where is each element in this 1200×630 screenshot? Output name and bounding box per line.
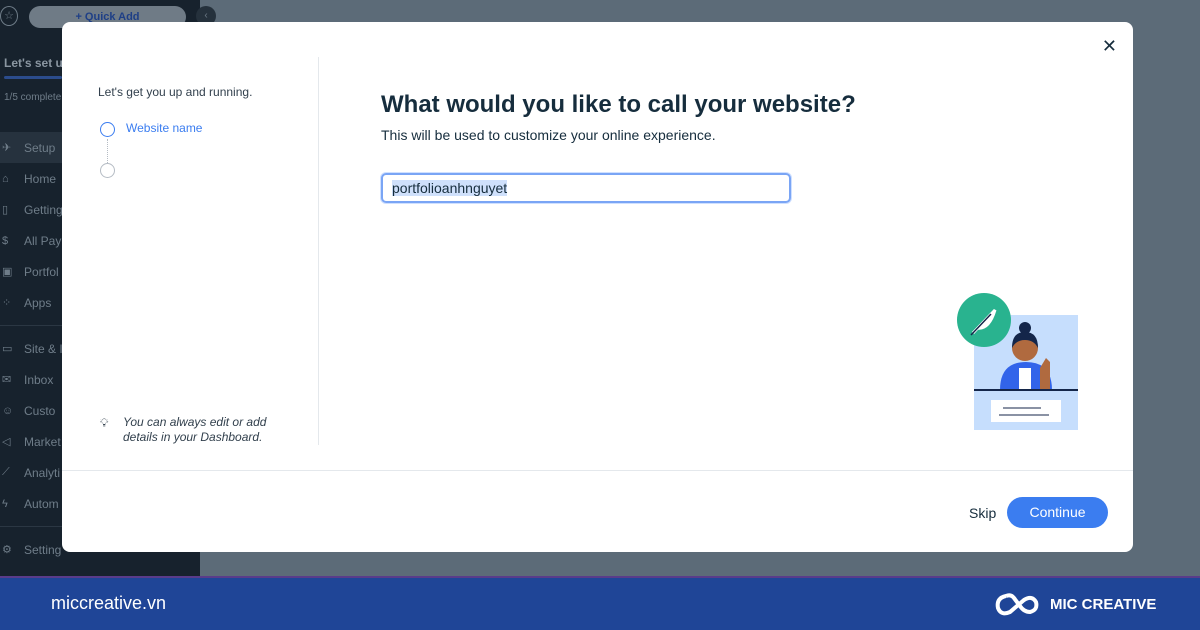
infinity-logo-icon xyxy=(995,593,1039,616)
setup-modal: ✕ Let's get you up and running. Website … xyxy=(62,22,1133,552)
step-circle-icon xyxy=(100,122,115,137)
steps-panel: Let's get you up and running. Website na… xyxy=(62,57,319,445)
brand-logo: MIC CREATIVE xyxy=(994,590,1156,618)
inbox-icon: ✉ xyxy=(2,374,12,386)
customers-icon: ☺ xyxy=(2,404,14,417)
sidebar-item-label: Getting xyxy=(24,202,63,217)
rocket-icon: ✈ xyxy=(2,142,12,154)
website-name-input[interactable]: portfolioanhnguyet xyxy=(381,173,791,203)
sidebar-item-label: Market xyxy=(24,434,61,449)
portfolio-icon: ▣ xyxy=(2,266,13,278)
megaphone-icon: ◁ xyxy=(2,436,11,448)
continue-button[interactable]: Continue xyxy=(1007,497,1108,528)
document-icon: ▯ xyxy=(2,204,9,216)
favorites-star-icon[interactable]: ☆ xyxy=(0,6,18,26)
sidebar-item-label: Setup xyxy=(24,140,56,155)
illustration xyxy=(957,293,1078,430)
tip-text: You can always edit or add details in yo… xyxy=(123,415,267,444)
dollar-icon: $ xyxy=(2,234,9,247)
sidebar-item-label: All Pay xyxy=(24,233,62,248)
setup-title: Let's set u xyxy=(4,56,63,70)
lightbulb-icon: 💡︎ xyxy=(100,416,109,430)
sidebar-item-label: Home xyxy=(24,171,57,186)
sidebar-item-label: Custo xyxy=(24,403,56,418)
sidebar-item-label: Setting xyxy=(24,542,62,557)
skip-button[interactable]: Skip xyxy=(969,505,996,521)
sidebar-item-label: Site & I xyxy=(24,341,63,356)
sidebar-item-label: Portfol xyxy=(24,264,59,279)
page-title: What would you like to call your website… xyxy=(381,91,856,118)
sidebar-item-label: Inbox xyxy=(24,372,54,387)
step-circle-icon xyxy=(100,163,115,178)
subtitle: This will be used to customize your onli… xyxy=(381,127,716,143)
input-value: portfolioanhnguyet xyxy=(392,180,508,196)
sidebar-item-label: Autom xyxy=(24,496,59,511)
footer-divider xyxy=(62,470,1133,471)
home-icon: ⌂ xyxy=(2,172,9,185)
brand-name: MIC CREATIVE xyxy=(1050,595,1157,613)
sidebar-item-label: Apps xyxy=(24,295,52,310)
analytics-icon: ⟋ xyxy=(2,466,10,478)
site-url: miccreative.vn xyxy=(51,593,167,613)
intro-text: Let's get you up and running. xyxy=(98,85,253,99)
close-icon[interactable]: ✕ xyxy=(1102,36,1117,57)
setup-progress-text: 1/5 complete xyxy=(4,92,62,103)
gear-icon: ⚙ xyxy=(2,544,12,556)
step-connector xyxy=(107,139,108,163)
site-icon: ▭ xyxy=(2,343,13,355)
apps-icon: ⁘ xyxy=(2,297,12,309)
step-website-name: Website name xyxy=(126,121,203,135)
setup-progress-bar xyxy=(4,76,62,79)
sidebar-item-label: Analyti xyxy=(24,465,61,480)
automation-icon: ϟ xyxy=(2,497,8,510)
brand-banner: miccreative.vn MIC CREATIVE xyxy=(0,576,1200,630)
